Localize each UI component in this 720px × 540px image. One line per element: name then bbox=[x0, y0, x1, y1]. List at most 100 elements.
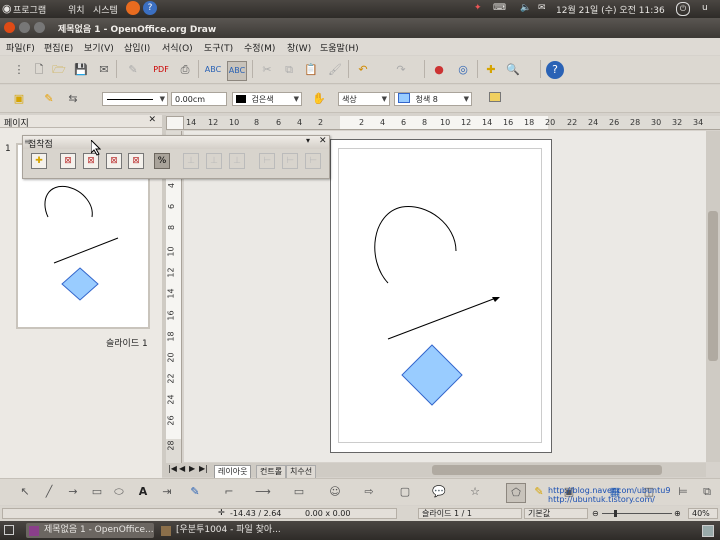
close-icon[interactable]: ✕ bbox=[319, 136, 327, 146]
prev-tab-icon[interactable]: ◀ bbox=[179, 464, 185, 473]
connector-icon[interactable]: ⌐ bbox=[220, 483, 238, 501]
horizontal-right-icon[interactable]: ⊥ bbox=[229, 153, 245, 169]
trash-icon[interactable] bbox=[702, 525, 714, 537]
taskbar-item-draw[interactable]: 제목없음 1 - OpenOffice... bbox=[26, 523, 154, 538]
user-name[interactable]: u bbox=[702, 3, 708, 13]
email-icon[interactable]: ✉ bbox=[95, 61, 113, 79]
next-tab-icon[interactable]: ▶ bbox=[189, 464, 195, 473]
exit-right-icon[interactable]: ⊠ bbox=[106, 153, 122, 169]
volume-icon[interactable]: 🔈 bbox=[520, 3, 531, 13]
gluepoint-relative-icon[interactable]: % bbox=[154, 153, 170, 169]
points-icon[interactable]: ⬠ bbox=[506, 483, 526, 503]
clone-format-icon[interactable]: 🖌 bbox=[326, 61, 344, 79]
menu-view[interactable]: 보기(V) bbox=[84, 41, 114, 54]
export-pdf-icon[interactable]: PDF bbox=[152, 61, 170, 79]
ruler-corner[interactable] bbox=[166, 116, 184, 130]
close-icon[interactable]: ✕ bbox=[148, 115, 156, 125]
autospellcheck-icon[interactable]: ABC bbox=[227, 61, 247, 81]
vertical-ruler[interactable]: 4 6 8 10 12 14 16 18 20 22 24 26 28 bbox=[166, 131, 182, 463]
menu-edit[interactable]: 편집(E) bbox=[44, 41, 73, 54]
diamond-shape[interactable] bbox=[401, 344, 463, 406]
menu-insert[interactable]: 삽입(I) bbox=[124, 41, 150, 54]
stars-icon[interactable]: ☆ bbox=[466, 483, 484, 501]
ellipse-icon[interactable]: ⬭ bbox=[110, 483, 128, 501]
area-style-select[interactable]: 색상 ▼ bbox=[338, 92, 390, 106]
close-icon[interactable] bbox=[4, 22, 15, 33]
redo-icon[interactable]: ↷ bbox=[392, 61, 410, 79]
arrange-icon[interactable]: ⧉ bbox=[698, 483, 716, 501]
spellcheck-icon[interactable]: ABC bbox=[204, 61, 222, 79]
cut-icon[interactable]: ✂ bbox=[258, 61, 276, 79]
clock[interactable]: 12월 21일 (수) 오전 11:36 bbox=[556, 3, 665, 16]
horizontal-ruler[interactable]: 14 12 10 8 6 4 2 2 4 6 8 10 12 14 16 18 … bbox=[184, 116, 720, 130]
arrow-style-icon[interactable]: ⇆ bbox=[64, 90, 82, 108]
gluepoints-icon[interactable]: ✎ bbox=[530, 483, 548, 501]
basic-shapes-icon[interactable]: ▭ bbox=[290, 483, 308, 501]
horizontal-scrollbar[interactable] bbox=[412, 463, 706, 477]
chart-icon[interactable]: ● bbox=[430, 61, 448, 79]
menu-modify[interactable]: 수정(M) bbox=[244, 41, 275, 54]
print-icon[interactable]: ⎙ bbox=[176, 61, 194, 79]
new-icon[interactable]: 🗋 bbox=[30, 61, 48, 79]
mail-icon[interactable]: ✉ bbox=[538, 3, 546, 13]
help-icon[interactable]: ? bbox=[143, 1, 157, 15]
toolbar-grip-icon[interactable]: ▣ bbox=[10, 90, 28, 108]
gluepoint-toggle-icon[interactable]: ✚ bbox=[482, 61, 500, 79]
text-tool-icon[interactable]: A bbox=[134, 483, 152, 501]
edit-file-icon[interactable]: ✎ bbox=[124, 61, 142, 79]
status-zoom[interactable]: 40% bbox=[688, 508, 718, 519]
menu-file[interactable]: 파일(F) bbox=[6, 41, 35, 54]
status-layout[interactable]: 기본값 bbox=[524, 508, 588, 519]
firefox-icon[interactable] bbox=[126, 1, 140, 15]
open-icon[interactable]: 🗁 bbox=[50, 61, 68, 79]
callouts-icon[interactable]: 💬 bbox=[430, 483, 448, 501]
symbol-shapes-icon[interactable]: ☺ bbox=[326, 483, 344, 501]
minimize-icon[interactable] bbox=[19, 22, 30, 33]
menu-help[interactable]: 도움말(H) bbox=[320, 41, 359, 54]
exit-bottom-icon[interactable]: ⊠ bbox=[128, 153, 144, 169]
network-icon[interactable]: ✦ bbox=[474, 3, 482, 13]
shadow-icon[interactable] bbox=[486, 90, 504, 108]
area-style-icon[interactable]: ✋ bbox=[310, 90, 328, 108]
gluepoints-toolbar[interactable]: ≡ 접착점 ▾ ✕ ✚ ⊠ ⊠ ⊠ ⊠ % ⊥ ⊥ ⊥ ⊢ ⊢ ⊢ bbox=[22, 135, 330, 179]
line-width-field[interactable]: 0.00cm bbox=[171, 92, 227, 106]
rectangle-icon[interactable]: ▭ bbox=[88, 483, 106, 501]
horizontal-left-icon[interactable]: ⊥ bbox=[183, 153, 199, 169]
arrow-tool-icon[interactable]: → bbox=[64, 483, 82, 501]
first-tab-icon[interactable]: |◀ bbox=[168, 464, 177, 473]
line-icon[interactable]: ✎ bbox=[40, 90, 58, 108]
zoom-icon[interactable]: 🔍 bbox=[504, 61, 522, 79]
paste-icon[interactable]: 📋 bbox=[302, 61, 320, 79]
area-color-select[interactable]: 청색 8 ▼ bbox=[394, 92, 472, 106]
curve-icon[interactable]: ✎ bbox=[186, 483, 204, 501]
menu-window[interactable]: 창(W) bbox=[287, 41, 311, 54]
undo-icon[interactable]: ↶ bbox=[354, 61, 372, 79]
tab-dimension-lines[interactable]: 치수선 bbox=[286, 465, 317, 479]
toolbar-grip-icon[interactable]: ⋮ bbox=[10, 61, 28, 79]
tab-layout[interactable]: 레이아웃 bbox=[214, 465, 252, 479]
menu-tools[interactable]: 도구(T) bbox=[204, 41, 233, 54]
navigator-icon[interactable]: ◎ bbox=[454, 61, 472, 79]
menu-system[interactable]: 시스템 bbox=[93, 3, 118, 16]
last-tab-icon[interactable]: ▶| bbox=[199, 464, 208, 473]
taskbar-item-files[interactable]: [우분투1004 - 파일 찾아... bbox=[158, 523, 308, 538]
menu-arrow-icon[interactable]: ▾ bbox=[306, 136, 310, 145]
insert-gluepoint-icon[interactable]: ✚ bbox=[31, 153, 47, 169]
menu-format[interactable]: 서식(O) bbox=[162, 41, 193, 54]
horizontal-center-icon[interactable]: ⊥ bbox=[206, 153, 222, 169]
vertical-scrollbar[interactable] bbox=[706, 131, 720, 462]
line-tool-icon[interactable]: ╱ bbox=[40, 483, 58, 501]
menu-applications[interactable]: 프로그램 bbox=[13, 3, 46, 16]
menu-places[interactable]: 위치 bbox=[68, 3, 85, 16]
exit-left-icon[interactable]: ⊠ bbox=[60, 153, 76, 169]
copy-icon[interactable]: ⧉ bbox=[280, 61, 298, 79]
freeform-curve[interactable] bbox=[374, 206, 457, 284]
help-icon[interactable]: ? bbox=[546, 61, 564, 79]
keyboard-icon[interactable]: ⌨ bbox=[493, 3, 506, 13]
select-icon[interactable]: ↖ bbox=[16, 483, 34, 501]
vertical-center-icon[interactable]: ⊢ bbox=[282, 153, 298, 169]
ubuntu-logo-icon[interactable]: ◉ bbox=[2, 2, 12, 15]
tab-controls[interactable]: 컨트롤 bbox=[256, 465, 287, 479]
block-arrows-icon[interactable]: ⇨ bbox=[360, 483, 378, 501]
zoom-slider[interactable]: ⊖ ⊕ bbox=[592, 510, 684, 518]
